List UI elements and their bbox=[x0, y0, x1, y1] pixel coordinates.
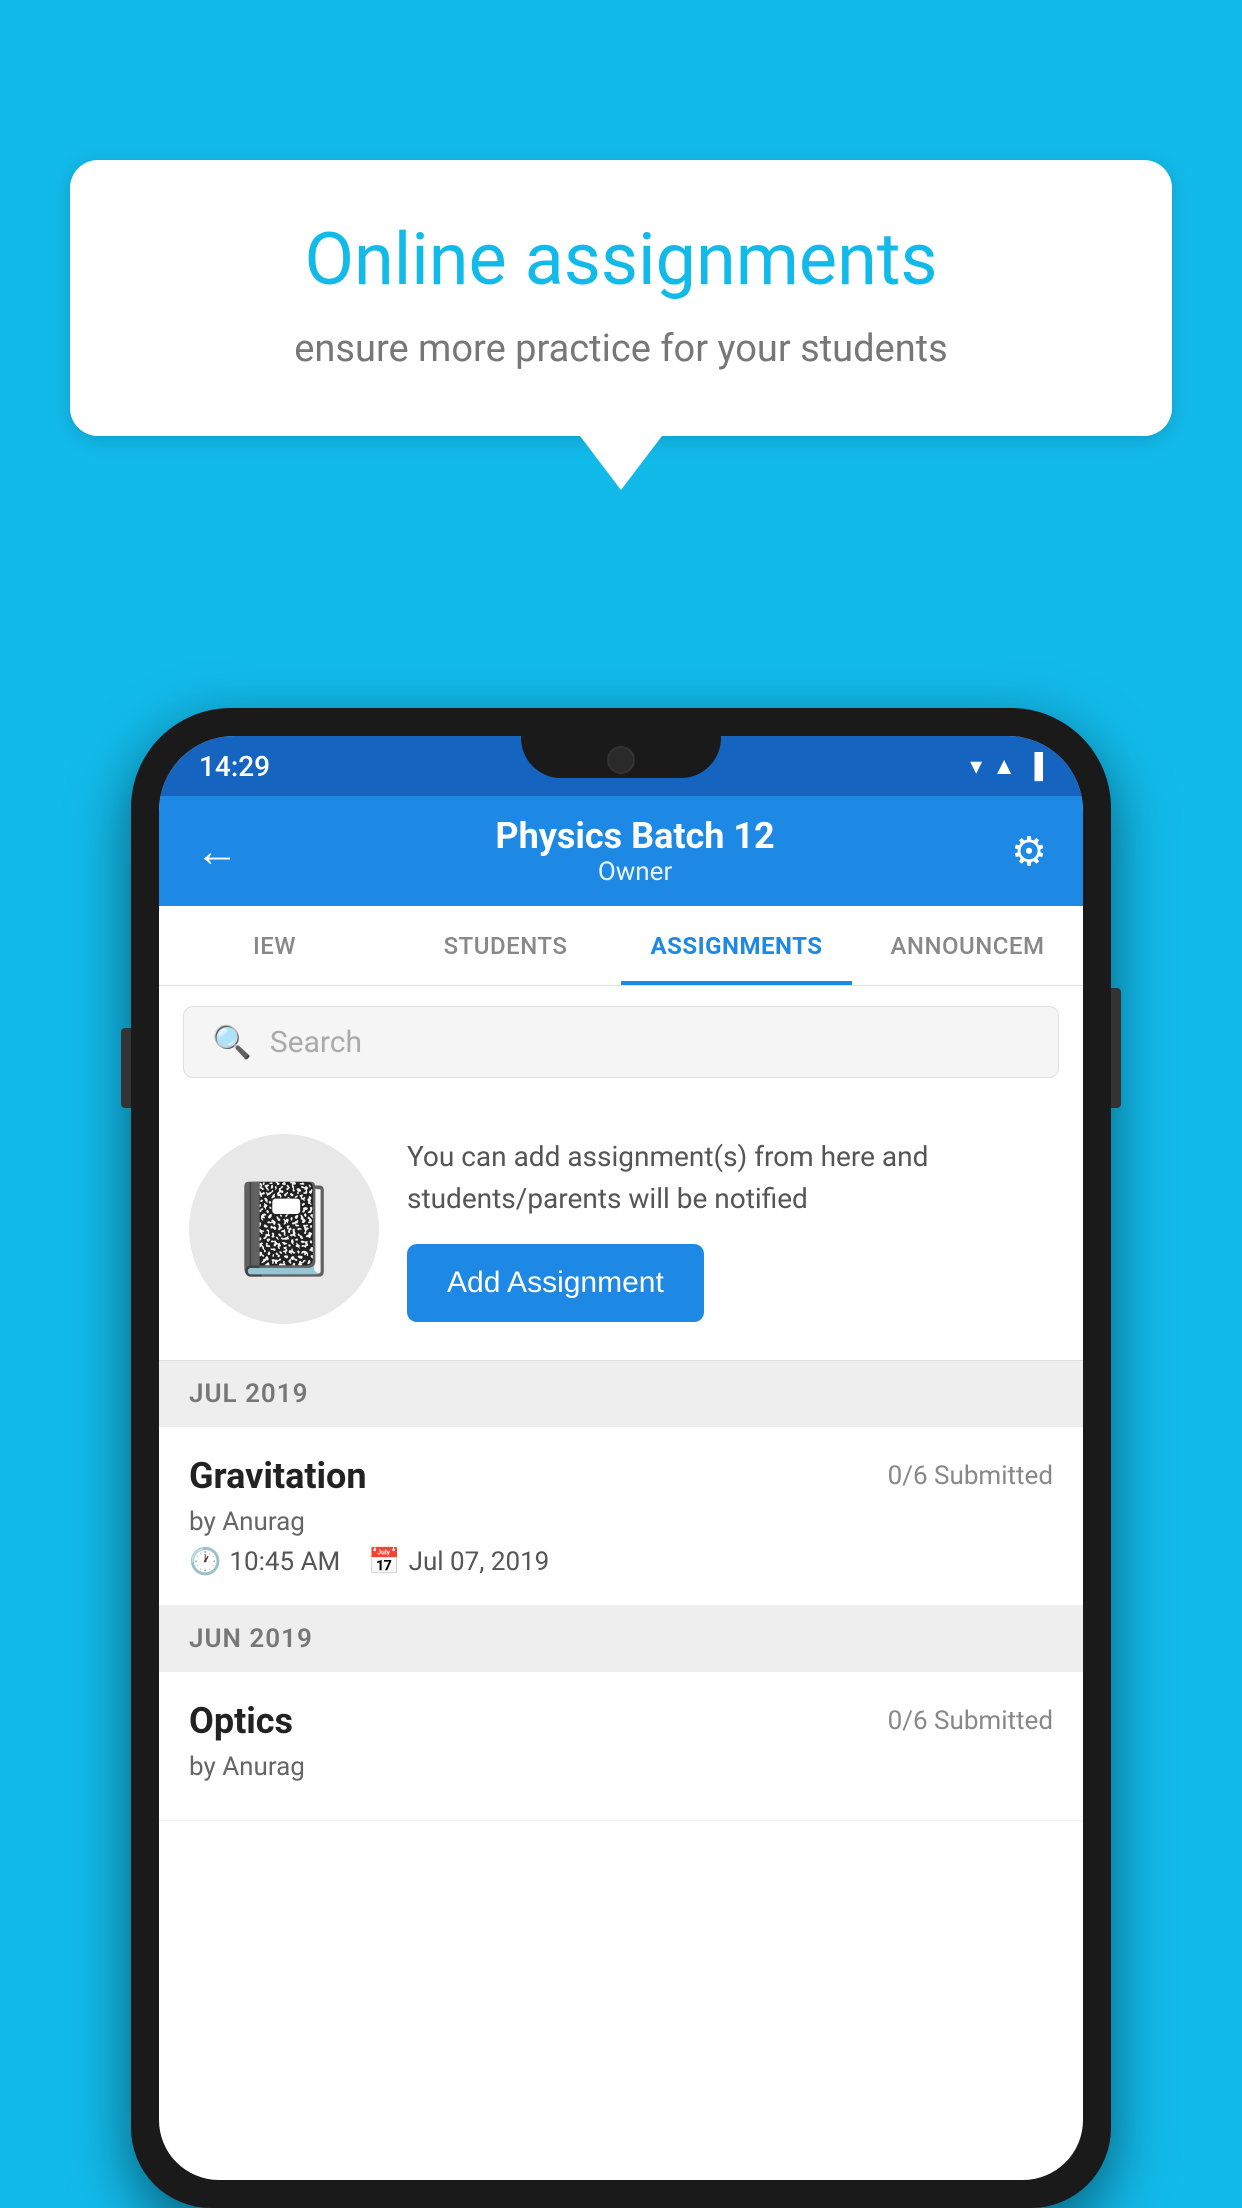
tab-announcements-label: ANNOUNCEM bbox=[891, 932, 1045, 960]
assignment-name: Gravitation bbox=[189, 1455, 367, 1497]
status-icons: ▾ ▲ ▐ bbox=[970, 752, 1043, 781]
volume-button-left bbox=[121, 1028, 131, 1108]
wifi-icon: ▾ bbox=[970, 752, 982, 780]
tab-iew-label: IEW bbox=[253, 932, 296, 960]
phone-screen: 14:29 ▾ ▲ ▐ ← Physics Batch 12 Owner ⚙ I… bbox=[159, 736, 1083, 2180]
calendar-icon: 📅 bbox=[368, 1547, 400, 1577]
promo-content: You can add assignment(s) from here and … bbox=[407, 1136, 1053, 1322]
front-camera bbox=[607, 746, 635, 774]
signal-icon: ▲ bbox=[992, 752, 1016, 781]
assignment-promo: 📓 You can add assignment(s) from here an… bbox=[159, 1098, 1083, 1361]
back-button[interactable]: ← bbox=[195, 825, 239, 877]
promo-icon-circle: 📓 bbox=[189, 1134, 379, 1324]
tab-iew[interactable]: IEW bbox=[159, 906, 390, 985]
tab-students-label: STUDENTS bbox=[444, 932, 568, 960]
search-input-placeholder: Search bbox=[270, 1025, 362, 1060]
notebook-icon: 📓 bbox=[228, 1177, 340, 1282]
battery-icon: ▐ bbox=[1026, 752, 1043, 781]
app-bar-title-container: Physics Batch 12 Owner bbox=[259, 815, 1011, 887]
assignment-date-value: Jul 07, 2019 bbox=[409, 1547, 550, 1577]
section-header-jun: JUN 2019 bbox=[159, 1606, 1083, 1672]
assignment-item-gravitation[interactable]: Gravitation 0/6 Submitted by Anurag 🕐 10… bbox=[159, 1427, 1083, 1606]
phone-frame: 14:29 ▾ ▲ ▐ ← Physics Batch 12 Owner ⚙ I… bbox=[131, 708, 1111, 2208]
search-icon: 🔍 bbox=[212, 1023, 252, 1061]
assignment-by: by Anurag bbox=[189, 1507, 1053, 1537]
tab-students[interactable]: STUDENTS bbox=[390, 906, 621, 985]
assignment-time-value: 10:45 AM bbox=[229, 1547, 340, 1577]
assignment-item-header-optics: Optics 0/6 Submitted bbox=[189, 1700, 1053, 1742]
app-bar-subtitle: Owner bbox=[259, 857, 1011, 887]
assignment-submitted-optics: 0/6 Submitted bbox=[888, 1706, 1053, 1736]
tab-assignments-label: ASSIGNMENTS bbox=[650, 932, 822, 960]
add-assignment-button[interactable]: Add Assignment bbox=[407, 1244, 704, 1322]
tabs: IEW STUDENTS ASSIGNMENTS ANNOUNCEM bbox=[159, 906, 1083, 986]
tab-announcements[interactable]: ANNOUNCEM bbox=[852, 906, 1083, 985]
search-bar[interactable]: 🔍 Search bbox=[183, 1006, 1059, 1078]
assignment-item-optics[interactable]: Optics 0/6 Submitted by Anurag bbox=[159, 1672, 1083, 1821]
settings-icon[interactable]: ⚙ bbox=[1011, 828, 1047, 875]
tab-assignments[interactable]: ASSIGNMENTS bbox=[621, 906, 852, 985]
speech-bubble-container: Online assignments ensure more practice … bbox=[70, 160, 1172, 436]
app-bar: ← Physics Batch 12 Owner ⚙ bbox=[159, 796, 1083, 906]
speech-bubble: Online assignments ensure more practice … bbox=[70, 160, 1172, 436]
speech-bubble-title: Online assignments bbox=[140, 220, 1102, 299]
app-bar-title: Physics Batch 12 bbox=[259, 815, 1011, 857]
phone-notch bbox=[521, 736, 721, 778]
assignment-meta: 🕐 10:45 AM 📅 Jul 07, 2019 bbox=[189, 1547, 1053, 1577]
clock-icon: 🕐 bbox=[189, 1547, 221, 1577]
speech-bubble-subtitle: ensure more practice for your students bbox=[140, 323, 1102, 376]
assignment-by-optics: by Anurag bbox=[189, 1752, 1053, 1782]
power-button-right bbox=[1111, 988, 1121, 1108]
status-time: 14:29 bbox=[199, 750, 270, 783]
assignment-item-header: Gravitation 0/6 Submitted bbox=[189, 1455, 1053, 1497]
promo-text: You can add assignment(s) from here and … bbox=[407, 1136, 1053, 1220]
assignment-time: 🕐 10:45 AM bbox=[189, 1547, 340, 1577]
assignment-name-optics: Optics bbox=[189, 1700, 293, 1742]
section-header-jul: JUL 2019 bbox=[159, 1361, 1083, 1427]
assignment-submitted: 0/6 Submitted bbox=[888, 1461, 1053, 1491]
assignment-date: 📅 Jul 07, 2019 bbox=[368, 1547, 549, 1577]
search-container: 🔍 Search bbox=[159, 986, 1083, 1098]
